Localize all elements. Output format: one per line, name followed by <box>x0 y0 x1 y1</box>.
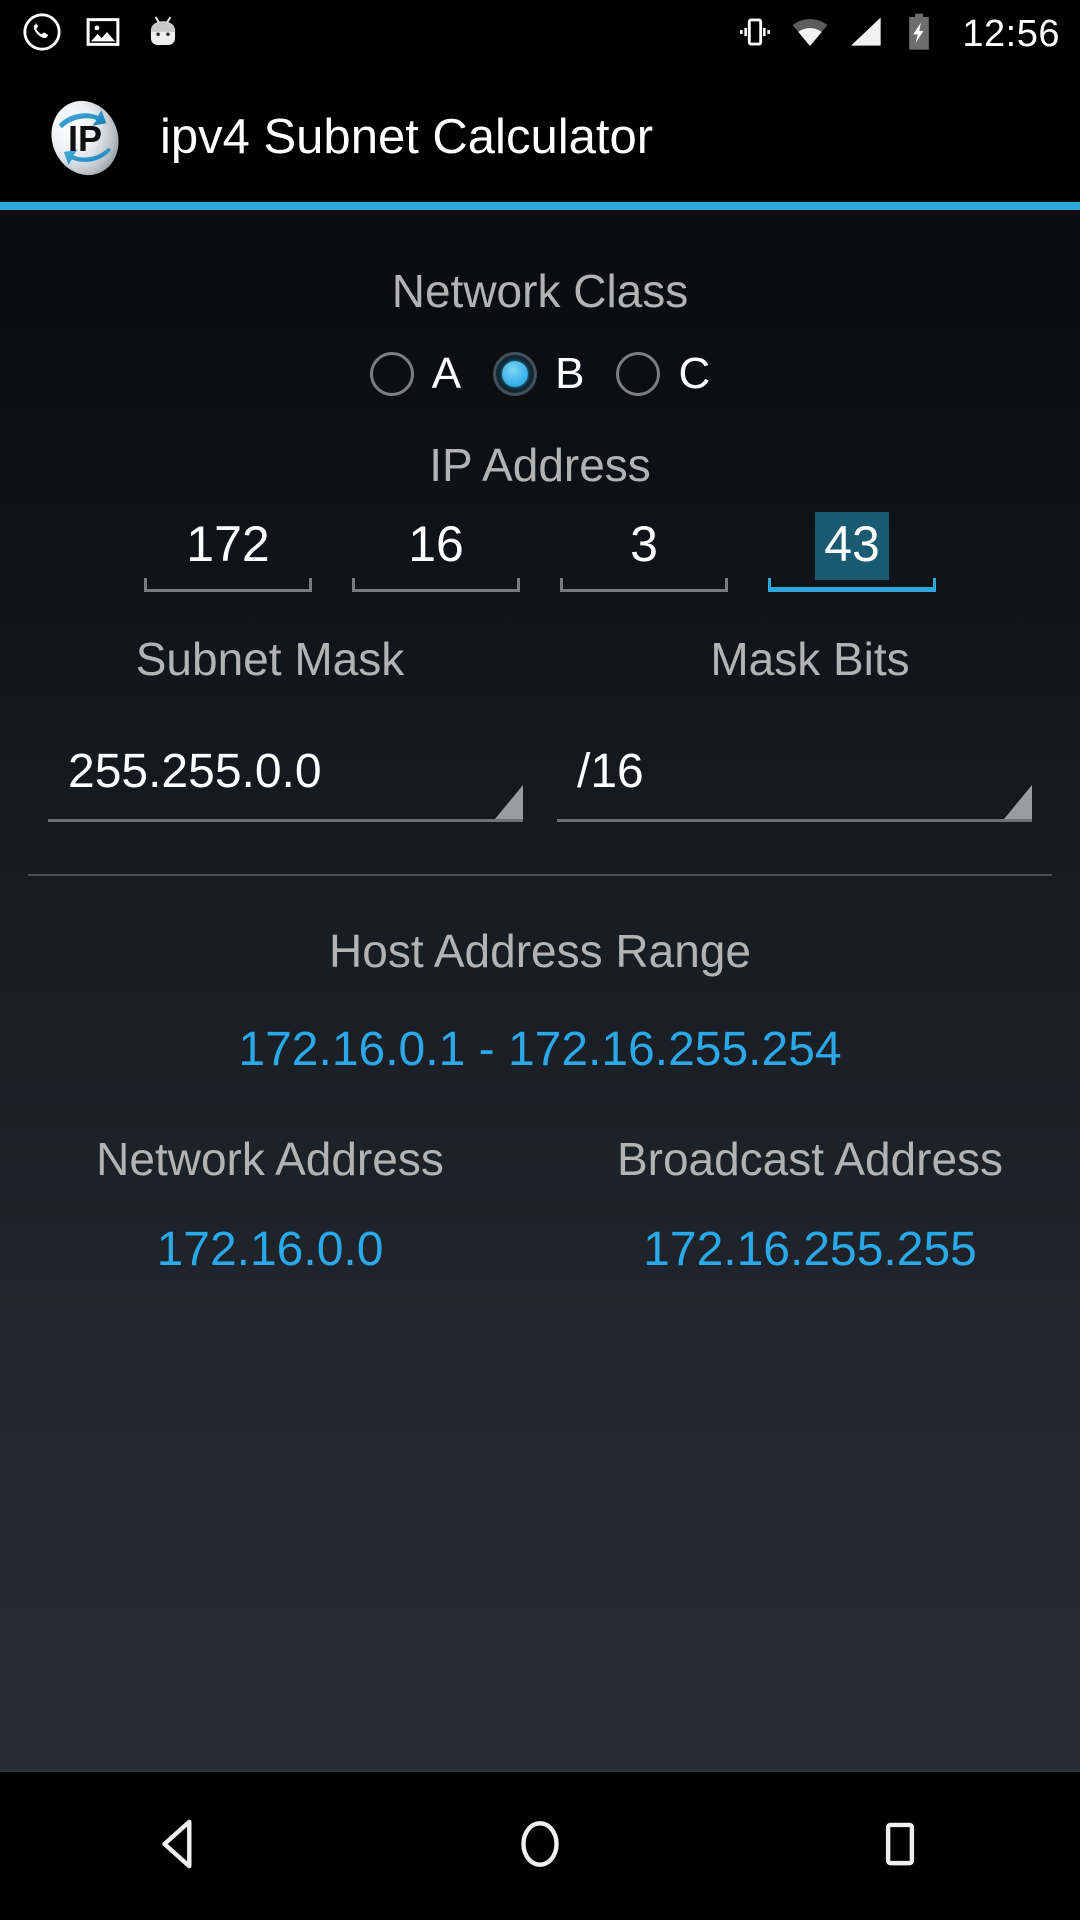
status-bar-clock: 12:56 <box>962 13 1060 55</box>
radio-label-a: A <box>431 349 462 398</box>
back-icon <box>149 1813 211 1880</box>
ip-octet-3-underline <box>560 578 728 592</box>
nav-back-button[interactable] <box>0 1813 360 1880</box>
subnet-mask-label: Subnet Mask <box>135 633 405 685</box>
battery-charging-icon <box>902 12 936 57</box>
mask-labels-row: Subnet Mask Mask Bits <box>0 636 1080 682</box>
address-values-row: 172.16.0.0 172.16.255.255 <box>0 1226 1080 1274</box>
home-icon <box>509 1813 571 1880</box>
ip-octet-3[interactable]: 3 <box>552 514 736 592</box>
recents-icon <box>869 1813 931 1880</box>
nav-recents-button[interactable] <box>720 1813 1080 1880</box>
network-address-value: 172.16.0.0 <box>156 1223 384 1276</box>
host-address-range-label: Host Address Range <box>329 925 751 977</box>
navigation-bar <box>0 1772 1080 1920</box>
mask-bits-value: /16 <box>577 745 644 798</box>
ip-octet-3-value: 3 <box>630 516 658 572</box>
radio-circle-b[interactable] <box>493 352 538 396</box>
status-bar: 12:56 <box>0 0 1080 68</box>
radio-option-c[interactable]: C <box>616 352 710 396</box>
network-class-label: Network Class <box>391 265 689 317</box>
subnet-mask-spinner[interactable]: 255.255.0.0 <box>48 734 523 822</box>
mask-bits-dropdown-icon[interactable] <box>1004 785 1032 819</box>
status-bar-left-icons <box>22 12 182 57</box>
main-content: Network Class A B C IP Address 172 16 3 … <box>0 210 1080 1772</box>
ip-globe-icon: IP <box>44 97 126 179</box>
network-address-label: Network Address <box>96 1133 444 1185</box>
photo-icon <box>84 13 122 56</box>
cell-signal-icon <box>846 12 886 57</box>
status-bar-right-icons: 12:56 <box>736 12 1060 57</box>
broadcast-address-label: Broadcast Address <box>616 1133 1004 1185</box>
address-labels-row: Network Address Broadcast Address <box>0 1136 1080 1182</box>
radio-label-b: B <box>555 349 585 398</box>
ip-octet-4-underline <box>768 578 936 592</box>
mask-bits-label: Mask Bits <box>710 633 910 685</box>
mask-bits-spinner[interactable]: /16 <box>557 734 1032 822</box>
subnet-mask-dropdown-icon[interactable] <box>495 785 523 819</box>
ip-address-inputs: 172 16 3 43 <box>0 512 1080 592</box>
broadcast-address-value: 172.16.255.255 <box>643 1223 977 1276</box>
radio-circle-c[interactable] <box>616 352 661 396</box>
ip-octet-4-value: 43 <box>760 512 944 580</box>
vibrate-icon <box>736 13 774 56</box>
ip-octet-1-underline <box>144 578 312 592</box>
action-bar: IP ipv4 Subnet Calculator <box>0 68 1080 207</box>
ip-octet-1[interactable]: 172 <box>136 514 320 592</box>
radio-option-b[interactable]: B <box>493 352 584 396</box>
svg-text:IP: IP <box>68 118 102 159</box>
host-address-range-value: 172.16.0.1 - 172.16.255.254 <box>238 1023 842 1076</box>
ip-octet-1-value: 172 <box>186 516 270 572</box>
ip-address-label: IP Address <box>429 439 651 491</box>
ip-octet-4-selected-text: 43 <box>815 512 889 580</box>
wifi-icon <box>790 12 830 57</box>
ip-octet-4[interactable]: 43 <box>760 512 944 592</box>
radio-option-a[interactable]: A <box>369 349 462 398</box>
radio-circle-a[interactable] <box>369 352 414 396</box>
missed-call-icon <box>22 12 62 57</box>
mask-spinners-row: 255.255.0.0 /16 <box>0 734 1080 822</box>
ip-octet-2[interactable]: 16 <box>344 514 528 592</box>
radio-label-c: C <box>678 349 711 398</box>
app-title: ipv4 Subnet Calculator <box>160 110 654 164</box>
action-bar-accent-line <box>0 202 1080 210</box>
ip-octet-2-underline <box>352 578 520 592</box>
nav-home-button[interactable] <box>360 1813 720 1880</box>
android-head-icon <box>144 13 182 56</box>
section-divider <box>28 874 1052 876</box>
phone-screen: 12:56 IP ipv4 Subnet Calculator Network … <box>0 0 1080 1920</box>
network-class-radio-group[interactable]: A B C <box>0 352 1080 396</box>
ip-octet-2-value: 16 <box>408 516 464 572</box>
subnet-mask-value: 255.255.0.0 <box>68 745 322 798</box>
